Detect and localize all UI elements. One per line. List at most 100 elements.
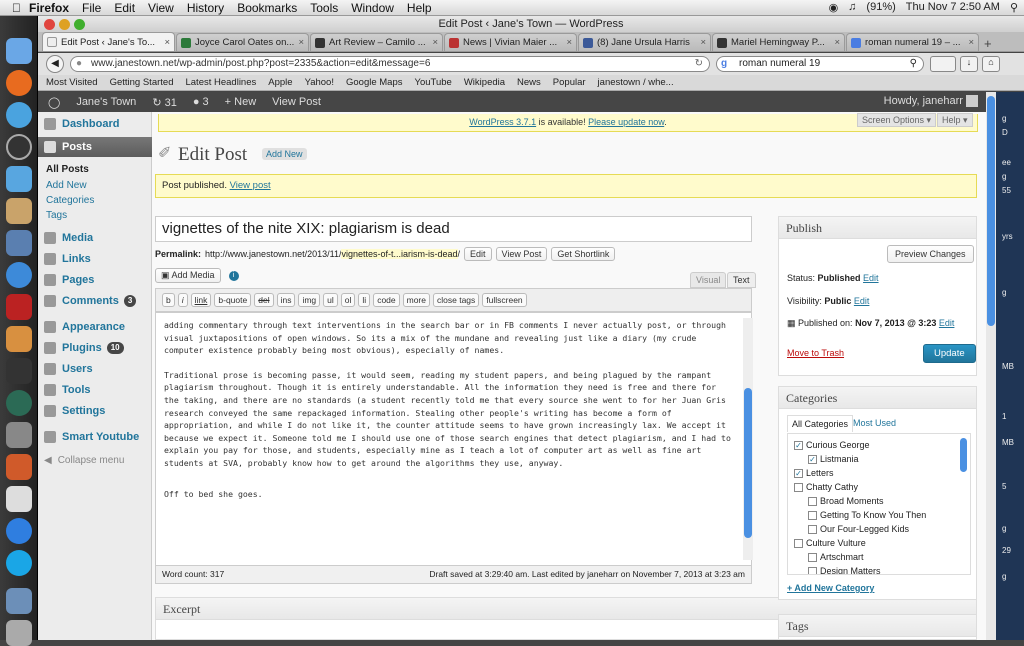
sidebar-item-media[interactable]: Media [38, 228, 152, 248]
category-checkbox[interactable] [794, 538, 803, 548]
spotlight-icon[interactable]: ⚲ [1010, 1, 1018, 14]
update-now-link[interactable]: Please update now [588, 117, 664, 127]
safari-icon[interactable] [6, 102, 32, 128]
category-checkbox[interactable] [808, 510, 817, 520]
qt-bold-button[interactable]: b [162, 293, 175, 307]
bookmark-youtube[interactable]: YouTube [415, 77, 452, 88]
menu-tools[interactable]: Tools [310, 1, 338, 15]
address-book-icon[interactable] [6, 198, 32, 224]
category-item[interactable]: Design Matters [808, 566, 881, 574]
folder-icon[interactable] [6, 588, 32, 614]
trash-icon[interactable] [6, 620, 32, 646]
edit-permalink-button[interactable]: Edit [464, 247, 492, 261]
sidebar-sub-all-posts[interactable]: All Posts [46, 164, 89, 175]
menu-file[interactable]: File [82, 1, 101, 15]
tab-facebook[interactable]: (8) Jane Ursula Harris × [578, 33, 711, 51]
category-checkbox[interactable] [808, 496, 817, 506]
tab-edit-post[interactable]: Edit Post ‹ Jane's To... × [42, 32, 175, 51]
url-bar[interactable]: ● www.janestown.net/wp-admin/post.php?pos… [70, 56, 710, 72]
search-bar[interactable]: g roman numeral 19 ⚲ [716, 56, 924, 72]
category-item[interactable]: Our Four-Legged Kids [808, 524, 909, 534]
wordpress-logo-icon[interactable]: ◯ [48, 96, 60, 109]
photo-icon[interactable] [6, 230, 32, 256]
edit-date-link[interactable]: Edit [939, 318, 955, 328]
qt-more-button[interactable]: more [402, 293, 430, 307]
tab-all-categories[interactable]: All Categories [787, 415, 854, 432]
category-item[interactable]: Getting To Know You Then [808, 510, 926, 520]
back-button[interactable]: ◀ [46, 55, 64, 73]
admin-bar-view-post[interactable]: View Post [272, 96, 321, 108]
edit-visibility-link[interactable]: Edit [854, 296, 870, 306]
close-window-button[interactable] [44, 19, 55, 30]
bookmark-yahoo[interactable]: Yahoo! [305, 77, 334, 88]
sidebar-item-settings[interactable]: Settings [38, 401, 152, 421]
tab-visual[interactable]: Visual [690, 272, 727, 288]
close-tab-icon[interactable]: × [834, 37, 840, 48]
post-content-textarea[interactable]: adding commentary through text intervent… [155, 312, 752, 566]
publish-heading[interactable]: Publish [779, 217, 976, 239]
get-shortlink-button[interactable]: Get Shortlink [551, 247, 616, 261]
volume-icon[interactable]: ♫ [848, 1, 856, 14]
clock[interactable]: Thu Nov 7 2:50 AM [906, 1, 1000, 14]
qt-fullscreen-button[interactable]: fullscreen [482, 293, 527, 307]
sidebar-item-dashboard[interactable]: Dashboard [38, 114, 152, 134]
bookmark-most-visited[interactable]: Most Visited [46, 77, 98, 88]
new-tab-button[interactable]: + [984, 36, 992, 51]
category-scrollbar-thumb[interactable] [960, 438, 967, 472]
update-button[interactable]: Update [923, 344, 976, 363]
qt-img-button[interactable]: img [298, 293, 321, 307]
menu-history[interactable]: History [187, 1, 224, 15]
tab-most-used[interactable]: Most Used [853, 418, 896, 428]
screen-options-button[interactable]: Screen Options ▾ [857, 113, 937, 127]
sidebar-item-pages[interactable]: Pages [38, 270, 152, 290]
wifi-icon[interactable]: ◉ [829, 1, 839, 14]
skype-icon[interactable] [6, 550, 32, 576]
sidebar-item-tools[interactable]: Tools [38, 380, 152, 400]
admin-bar-new[interactable]: + New [225, 96, 257, 108]
view-post-button[interactable]: View Post [495, 247, 548, 261]
firefox-icon[interactable] [6, 70, 32, 96]
downloads-button[interactable]: ↓ [960, 56, 978, 72]
imovie-icon[interactable] [6, 358, 32, 384]
qt-ul-button[interactable]: ul [323, 293, 338, 307]
admin-bar-comments[interactable]: ● 3 [193, 96, 209, 108]
help-button[interactable]: Help ▾ [937, 113, 973, 127]
category-item[interactable]: ✓ Listmania [808, 454, 859, 464]
categories-heading[interactable]: Categories [779, 387, 976, 409]
add-new-category-link[interactable]: + Add New Category [787, 583, 874, 593]
page-scrollbar-track[interactable] [986, 92, 996, 640]
category-checkbox[interactable]: ✓ [794, 468, 803, 478]
qt-del-button[interactable]: del [254, 293, 274, 307]
info-icon[interactable]: i [228, 270, 239, 281]
bookmark-popular[interactable]: Popular [553, 77, 586, 88]
category-checkbox[interactable] [808, 552, 817, 562]
toolbar-menu-button[interactable] [930, 56, 956, 72]
sidebar-item-comments[interactable]: Comments 3 [38, 291, 152, 311]
apple-icon[interactable]:  [12, 1, 21, 15]
category-item[interactable]: ✓ Curious George [794, 440, 870, 450]
menu-help[interactable]: Help [407, 1, 432, 15]
zoom-window-button[interactable] [74, 19, 85, 30]
tab-roman-numeral[interactable]: roman numeral 19 – ... × [846, 33, 979, 51]
qt-ol-button[interactable]: ol [340, 293, 356, 307]
menu-edit[interactable]: Edit [114, 1, 135, 15]
add-media-button[interactable]: ▣ Add Media [155, 268, 221, 283]
view-post-link[interactable]: View post [230, 180, 271, 191]
sidebar-item-users[interactable]: Users [38, 359, 152, 379]
close-tab-icon[interactable]: × [298, 37, 304, 48]
bookmark-getting-started[interactable]: Getting Started [110, 77, 174, 88]
reload-icon[interactable]: ↻ [695, 57, 703, 71]
finder-icon[interactable] [6, 38, 32, 64]
category-item[interactable]: Chatty Cathy [794, 482, 858, 492]
dashboard-icon[interactable] [6, 134, 32, 160]
sidebar-item-appearance[interactable]: Appearance [38, 317, 152, 337]
qt-li-button[interactable]: li [358, 293, 371, 307]
close-tab-icon[interactable]: × [432, 37, 438, 48]
collapse-menu-button[interactable]: ◀ Collapse menu [38, 450, 152, 470]
site-identity-icon[interactable]: ● [76, 57, 82, 71]
category-item[interactable]: Artschmart [808, 552, 864, 562]
sidebar-sub-categories[interactable]: Categories [46, 195, 94, 206]
close-tab-icon[interactable]: × [164, 37, 170, 48]
image-icon[interactable] [6, 326, 32, 352]
sidebar-item-smart-youtube[interactable]: Smart Youtube [38, 427, 152, 447]
